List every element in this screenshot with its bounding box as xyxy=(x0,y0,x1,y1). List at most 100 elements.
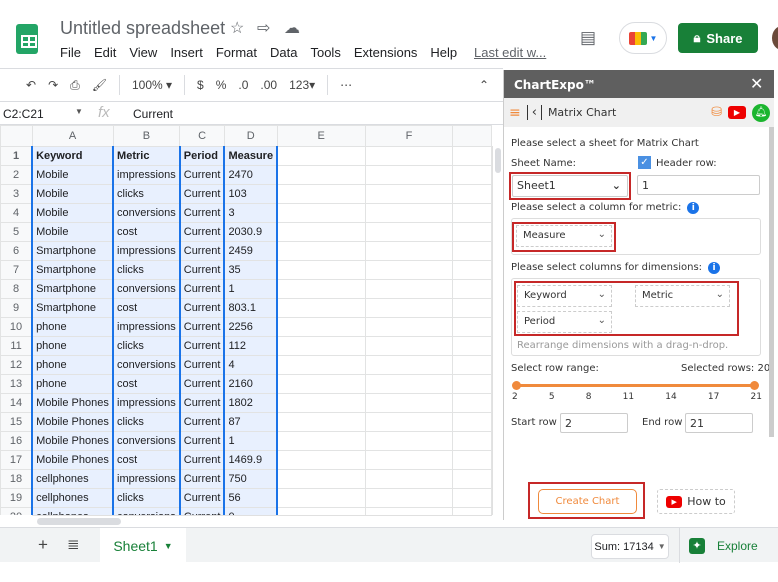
cell[interactable]: Current xyxy=(178,203,226,223)
row-header[interactable]: 8 xyxy=(0,279,33,299)
cell[interactable] xyxy=(452,355,492,375)
paint-format-icon[interactable]: 🖌︎ xyxy=(92,78,107,92)
info-icon[interactable]: i xyxy=(687,202,700,214)
end-row-input[interactable]: 21 xyxy=(685,413,753,433)
cell[interactable] xyxy=(452,393,492,413)
cell[interactable]: conversions xyxy=(112,203,181,223)
cell[interactable] xyxy=(364,431,454,451)
row-header[interactable]: 5 xyxy=(0,222,33,242)
cell[interactable] xyxy=(452,412,492,432)
bell-icon[interactable]: 🔔︎ xyxy=(752,103,770,122)
cell[interactable]: Mobile xyxy=(31,184,115,204)
sum-indicator[interactable]: Sum: 17134 ▼ xyxy=(591,534,669,559)
column-header[interactable]: C xyxy=(179,125,225,147)
cell[interactable] xyxy=(364,336,454,356)
cell[interactable] xyxy=(276,279,366,299)
avatar[interactable] xyxy=(772,26,778,50)
formula-input[interactable]: Current xyxy=(133,107,173,121)
cell[interactable]: Mobile xyxy=(31,222,115,242)
cell[interactable] xyxy=(276,431,366,451)
cell[interactable]: 112 xyxy=(223,336,279,356)
cell[interactable]: 1469.9 xyxy=(223,450,279,470)
header-row-checkbox[interactable]: ✓ xyxy=(638,156,651,169)
cell[interactable] xyxy=(364,241,454,261)
cell[interactable]: Current xyxy=(178,279,226,299)
cell[interactable]: 87 xyxy=(223,412,279,432)
cell[interactable]: cellphones xyxy=(31,507,115,515)
cell[interactable] xyxy=(452,279,492,299)
cell[interactable] xyxy=(276,260,366,280)
panel-scrollbar[interactable] xyxy=(769,127,774,437)
cell[interactable] xyxy=(276,450,366,470)
redo-icon[interactable]: ↷ xyxy=(48,78,58,92)
undo-icon[interactable]: ↶ xyxy=(26,78,36,92)
cell[interactable]: cellphones xyxy=(31,488,115,508)
row-header[interactable]: 17 xyxy=(0,450,33,470)
explore-button[interactable]: ✦ Explore xyxy=(679,528,778,563)
cell[interactable] xyxy=(276,507,366,515)
cell[interactable] xyxy=(364,317,454,337)
name-box[interactable]: C2:C21 xyxy=(3,107,44,121)
row-header[interactable]: 16 xyxy=(0,431,33,451)
cell[interactable]: Current xyxy=(178,184,226,204)
percent-button[interactable]: % xyxy=(216,78,227,92)
cell[interactable] xyxy=(452,298,492,318)
cell[interactable] xyxy=(364,298,454,318)
cell[interactable]: 1 xyxy=(223,431,279,451)
how-to-button[interactable]: ▶ How to xyxy=(657,489,735,514)
cell[interactable] xyxy=(276,393,366,413)
cell[interactable] xyxy=(276,412,366,432)
all-sheets-icon[interactable]: ≣ xyxy=(67,535,80,553)
metric-select[interactable]: Measure ⌄ xyxy=(516,225,612,247)
column-header[interactable]: F xyxy=(364,125,454,147)
cell[interactable]: conversions xyxy=(112,507,181,515)
name-box-dropdown-icon[interactable]: ▼ xyxy=(75,107,83,116)
add-sheet-icon[interactable]: + xyxy=(38,535,48,555)
dimension-select-keyword[interactable]: Keyword ⌄ xyxy=(517,285,612,307)
cell[interactable] xyxy=(276,203,366,223)
share-button[interactable]: 🔒︎ Share xyxy=(678,23,758,53)
cell[interactable]: conversions xyxy=(112,279,181,299)
cell[interactable] xyxy=(364,355,454,375)
cell[interactable]: cost xyxy=(112,298,181,318)
scroll-thumb[interactable] xyxy=(37,518,121,525)
cell[interactable]: 103 xyxy=(223,184,279,204)
menu-extensions[interactable]: Extensions xyxy=(354,45,418,60)
caret-down-icon[interactable]: ▼ xyxy=(164,541,173,551)
cell[interactable]: 1 xyxy=(223,279,279,299)
cell[interactable]: Metric xyxy=(112,146,181,166)
cell[interactable] xyxy=(452,241,492,261)
move-folder-icon[interactable]: ⇨ xyxy=(257,18,270,38)
spreadsheet-grid[interactable]: A B C D E F 1 Keyword Metric Period Measure 2… xyxy=(0,125,492,515)
cell[interactable] xyxy=(452,374,492,394)
cell[interactable]: Current xyxy=(178,393,226,413)
menu-view[interactable]: View xyxy=(129,45,157,60)
cell[interactable] xyxy=(452,450,492,470)
cell[interactable]: clicks xyxy=(112,184,181,204)
cell[interactable] xyxy=(276,469,366,489)
cell[interactable]: Current xyxy=(178,222,226,242)
cell[interactable] xyxy=(364,412,454,432)
sheet-select[interactable]: Sheet1 ⌄ xyxy=(512,175,628,197)
cell[interactable]: impressions xyxy=(112,317,181,337)
row-header[interactable]: 13 xyxy=(0,374,33,394)
cell[interactable]: impressions xyxy=(112,393,181,413)
cell[interactable]: 3 xyxy=(223,203,279,223)
database-add-icon[interactable]: ⛁ xyxy=(711,105,722,120)
column-header[interactable] xyxy=(452,125,492,147)
cell[interactable] xyxy=(276,355,366,375)
row-header[interactable]: 3 xyxy=(0,184,33,204)
cell[interactable] xyxy=(364,260,454,280)
cell[interactable]: Mobile Phones xyxy=(31,450,115,470)
cell[interactable]: 2160 xyxy=(223,374,279,394)
cell[interactable]: Current xyxy=(178,260,226,280)
decrease-decimal-button[interactable]: .0 xyxy=(238,78,248,92)
row-header[interactable]: 14 xyxy=(0,393,33,413)
cell[interactable] xyxy=(364,146,454,166)
cell[interactable] xyxy=(452,488,492,508)
cell[interactable] xyxy=(364,279,454,299)
document-title[interactable]: Untitled spreadsheet xyxy=(60,18,225,39)
cell[interactable]: clicks xyxy=(112,412,181,432)
increase-decimal-button[interactable]: .00 xyxy=(260,78,277,92)
scroll-thumb[interactable] xyxy=(495,148,501,173)
